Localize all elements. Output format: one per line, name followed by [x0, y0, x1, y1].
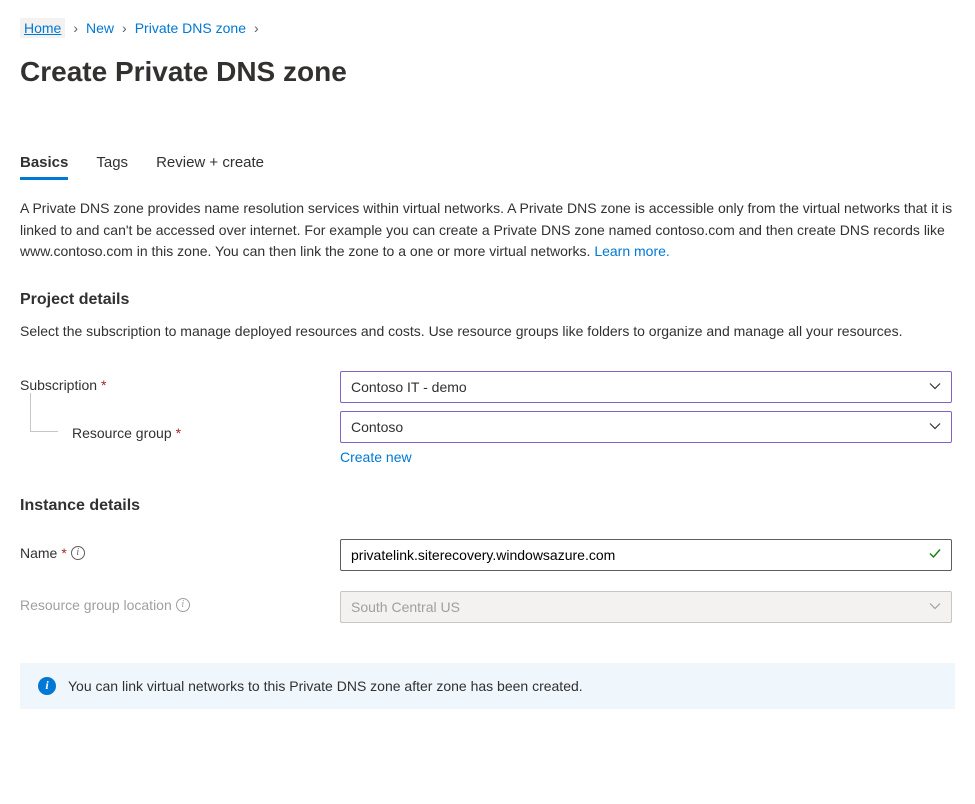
resource-group-value: Contoso — [351, 419, 403, 435]
chevron-down-icon — [929, 379, 941, 395]
tabs: Basics Tags Review + create — [20, 148, 955, 180]
chevron-right-icon: › — [73, 20, 78, 36]
subscription-label: Subscription * — [20, 371, 340, 393]
tab-tags[interactable]: Tags — [96, 148, 128, 180]
breadcrumb-home[interactable]: Home — [20, 18, 65, 38]
project-details-heading: Project details — [20, 291, 955, 309]
location-row: Resource group location i South Central … — [20, 591, 955, 623]
name-input[interactable] — [340, 539, 952, 571]
create-new-link[interactable]: Create new — [340, 449, 412, 465]
zone-description: A Private DNS zone provides name resolut… — [20, 198, 955, 263]
resource-group-select[interactable]: Contoso — [340, 411, 952, 443]
info-banner-text: You can link virtual networks to this Pr… — [68, 678, 583, 694]
resource-group-label: Resource group * — [20, 411, 340, 449]
location-select: South Central US — [340, 591, 952, 623]
chevron-down-icon — [929, 599, 941, 615]
location-label-text: Resource group location — [20, 597, 172, 613]
info-banner-icon: i — [38, 677, 56, 695]
resource-group-label-text: Resource group — [72, 425, 172, 441]
tab-basics[interactable]: Basics — [20, 148, 68, 180]
required-asterisk: * — [101, 377, 106, 393]
subscription-row: Subscription * Contoso IT - demo — [20, 371, 955, 403]
required-asterisk: * — [61, 545, 66, 561]
name-label: Name * i — [20, 539, 340, 561]
breadcrumb-private-dns-zone[interactable]: Private DNS zone — [135, 20, 246, 36]
breadcrumb: Home › New › Private DNS zone › — [20, 18, 955, 38]
breadcrumb-new[interactable]: New — [86, 20, 114, 36]
name-label-text: Name — [20, 545, 57, 561]
subscription-label-text: Subscription — [20, 377, 97, 393]
name-row: Name * i — [20, 539, 955, 571]
location-label: Resource group location i — [20, 591, 340, 613]
subscription-select[interactable]: Contoso IT - demo — [340, 371, 952, 403]
chevron-right-icon: › — [122, 20, 127, 36]
instance-details-heading: Instance details — [20, 497, 955, 515]
tab-review-create[interactable]: Review + create — [156, 148, 264, 180]
required-asterisk: * — [176, 425, 181, 441]
location-value: South Central US — [351, 599, 460, 615]
subscription-value: Contoso IT - demo — [351, 379, 467, 395]
info-banner: i You can link virtual networks to this … — [20, 663, 955, 709]
page-title: Create Private DNS zone — [20, 56, 955, 88]
project-details-sub: Select the subscription to manage deploy… — [20, 321, 955, 343]
indent-line-icon — [20, 417, 68, 449]
info-icon[interactable]: i — [71, 546, 85, 560]
checkmark-icon — [928, 546, 942, 563]
chevron-down-icon — [929, 419, 941, 435]
info-icon[interactable]: i — [176, 598, 190, 612]
description-text: A Private DNS zone provides name resolut… — [20, 200, 952, 259]
learn-more-link[interactable]: Learn more. — [594, 243, 669, 259]
chevron-right-icon: › — [254, 20, 259, 36]
resource-group-row: Resource group * Contoso Create new — [20, 411, 955, 465]
